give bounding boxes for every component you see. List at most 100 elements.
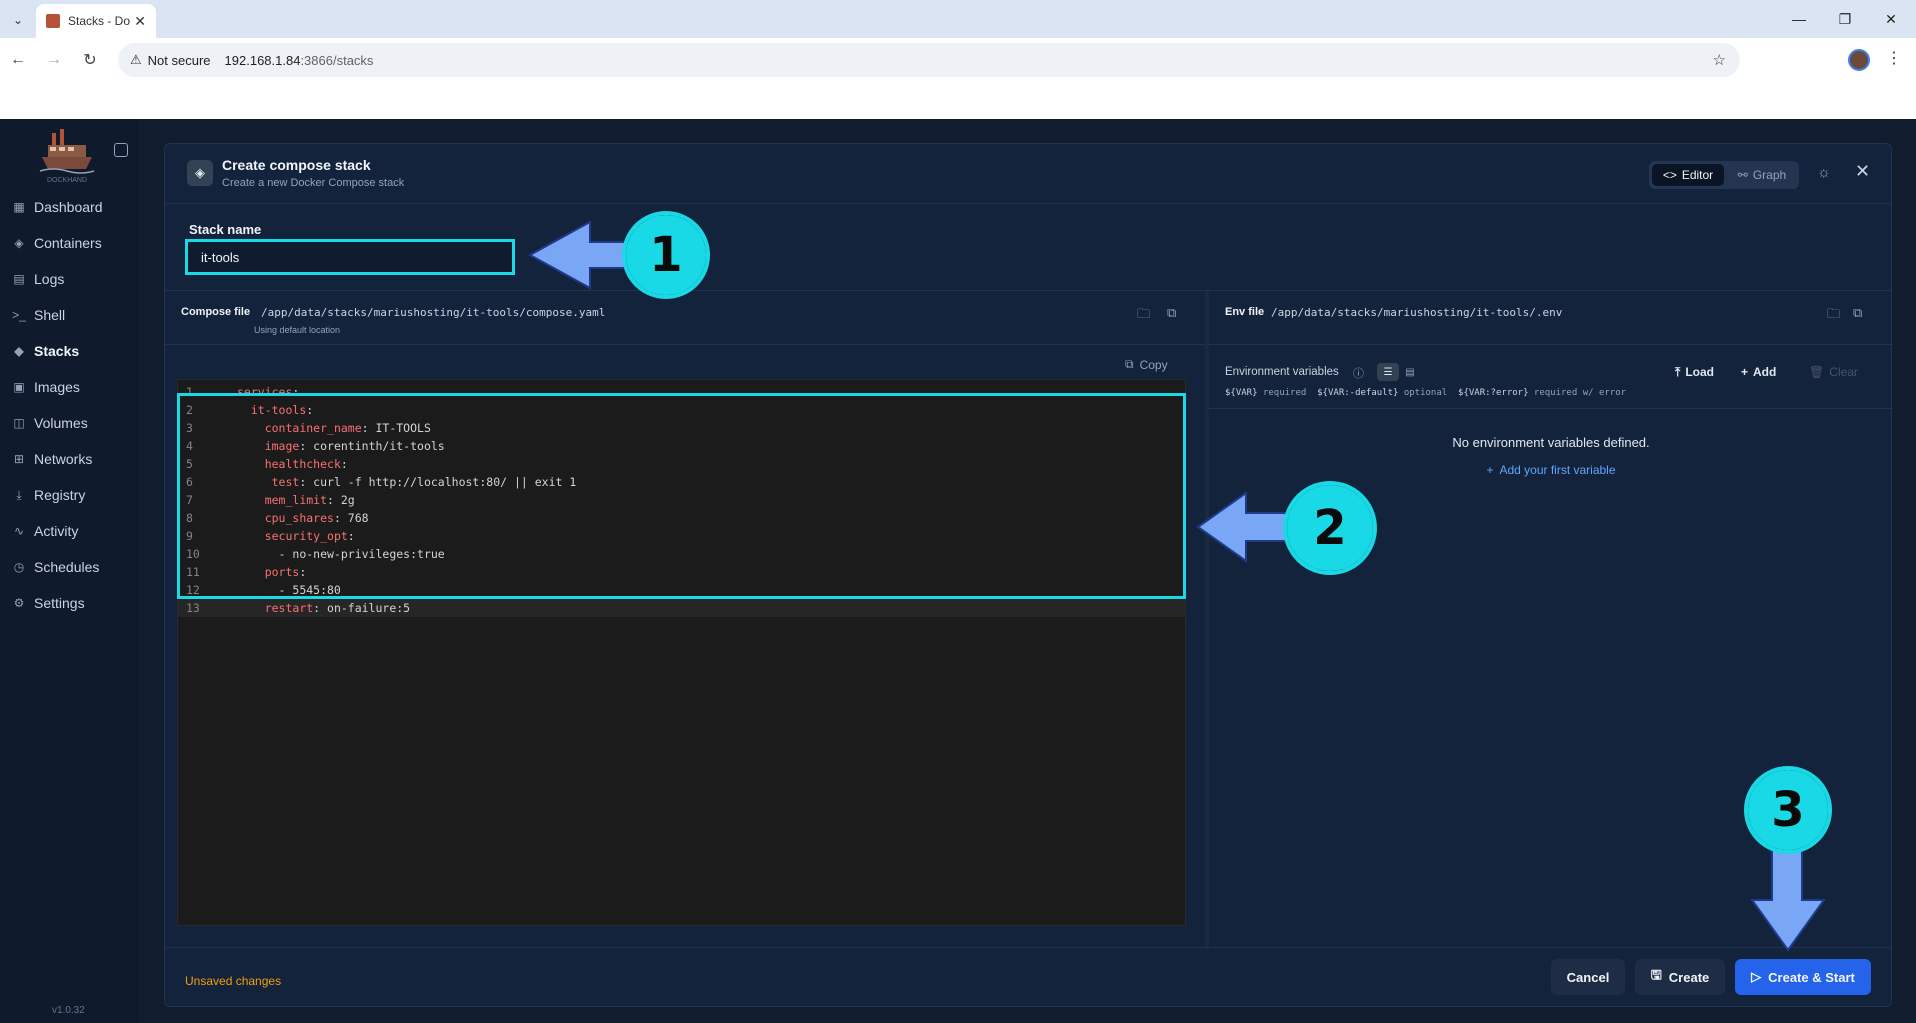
sidebar-item-logs[interactable]: ▤ Logs xyxy=(12,266,64,292)
compose-file-header: Compose file /app/data/stacks/mariushost… xyxy=(165,291,1205,345)
minimize-icon[interactable]: — xyxy=(1776,0,1822,38)
copy-button[interactable]: ⧉ Copy xyxy=(1125,357,1168,372)
code-line[interactable]: 7 mem_limit: 2g xyxy=(178,491,1185,509)
cancel-button[interactable]: Cancel xyxy=(1551,959,1625,995)
close-icon[interactable]: ✕ xyxy=(1855,161,1870,182)
code-line[interactable]: 9 security_opt: xyxy=(178,527,1185,545)
reload-icon[interactable]: ↻ xyxy=(78,48,102,72)
tab-search-icon[interactable]: ⌄ xyxy=(6,8,30,32)
line-number: 8 xyxy=(186,511,193,525)
window-close-icon[interactable]: ✕ xyxy=(1868,0,1914,38)
help-icon[interactable]: ⓘ xyxy=(1353,365,1364,381)
legend-text: required w/ error xyxy=(1533,388,1627,398)
sidebar-item-containers[interactable]: ◈ Containers xyxy=(12,230,102,256)
code-line[interactable]: 1 services: xyxy=(178,383,1185,401)
tab-close-icon[interactable]: ✕ xyxy=(134,13,146,30)
yaml-value: : xyxy=(347,529,355,543)
code-line[interactable]: 4 image: corentinth/it-tools xyxy=(178,437,1185,455)
compose-file-label: Compose file xyxy=(181,306,251,318)
sidebar-item-label: Networks xyxy=(34,451,93,467)
code-line[interactable]: 6 test: curl -f http://localhost:80/ || … xyxy=(178,473,1185,491)
address-bar[interactable]: ⚠ Not secure 192.168.1.84:3866/stacks ☆ xyxy=(118,43,1740,77)
stack-name-input[interactable]: it-tools xyxy=(185,239,515,275)
activity-icon: ∿ xyxy=(13,524,25,538)
create-and-start-button[interactable]: ▷ Create & Start xyxy=(1735,959,1871,995)
line-text: ports: xyxy=(237,563,307,581)
profile-avatar[interactable] xyxy=(1848,49,1870,71)
sidebar-item-label: Images xyxy=(34,379,80,395)
sidebar-item-registry[interactable]: ⤓ Registry xyxy=(12,482,85,508)
layers-icon: ◆ xyxy=(14,344,24,358)
theme-sun-icon[interactable]: ☼ xyxy=(1817,164,1831,181)
sidebar-item-label: Settings xyxy=(34,595,85,611)
code-line[interactable]: 5 healthcheck: xyxy=(178,455,1185,473)
line-text: cpu_shares: 768 xyxy=(237,509,369,527)
create-label: Create xyxy=(1668,969,1710,985)
yaml-value: : corentinth/it-tools xyxy=(299,439,445,453)
forward-icon[interactable]: → xyxy=(42,48,66,72)
env-file-path: /app/data/stacks/mariushosting/it-tools/… xyxy=(1271,306,1563,319)
restore-icon[interactable]: ❐ xyxy=(1822,0,1868,38)
folder-open-icon[interactable]: 🗀 xyxy=(1827,305,1840,327)
warning-icon: ⚠ xyxy=(130,52,142,67)
clear-button[interactable]: 🗑 Clear xyxy=(1809,365,1858,379)
sidebar-collapse-icon[interactable] xyxy=(114,143,128,157)
stack-name-label: Stack name xyxy=(189,222,262,237)
sidebar-item-label: Containers xyxy=(34,235,102,251)
yaml-key: mem_limit xyxy=(264,493,328,507)
line-number: 10 xyxy=(186,547,200,561)
step-badge-2: 2 xyxy=(1283,481,1377,575)
code-line[interactable]: 3 container_name: IT-TOOLS xyxy=(178,419,1185,437)
sidebar-item-schedules[interactable]: ◷ Schedules xyxy=(12,554,100,580)
security-label[interactable]: Not secure xyxy=(148,53,211,68)
browser-tab[interactable]: Stacks - Do ✕ xyxy=(36,4,156,38)
app-logo[interactable]: DOCKHAND xyxy=(38,127,96,184)
back-icon[interactable]: ← xyxy=(6,48,30,72)
line-number: 4 xyxy=(186,439,193,453)
add-button[interactable]: + Add xyxy=(1741,365,1776,379)
list-view-icon[interactable]: ☰ xyxy=(1377,363,1399,381)
raw-view-icon[interactable]: ▤ xyxy=(1401,363,1419,381)
compose-editor[interactable]: 1 services: 2 it-tools: 3 container_name: I… xyxy=(177,379,1186,926)
add-label: Add xyxy=(1753,365,1777,379)
line-text: restart: on-failure:5 xyxy=(237,599,410,617)
folder-open-icon[interactable]: 🗀 xyxy=(1137,305,1150,327)
code-line[interactable]: 8 cpu_shares: 768 xyxy=(178,509,1185,527)
sidebar-item-dashboard[interactable]: ▦ Dashboard xyxy=(12,194,102,220)
line-number: 7 xyxy=(186,493,193,507)
copy-path-icon[interactable]: ⧉ xyxy=(1167,305,1176,321)
load-button[interactable]: ⤒ Load xyxy=(1675,365,1714,380)
clear-label: Clear xyxy=(1829,365,1858,379)
yaml-value: : xyxy=(306,403,314,417)
yaml-value: : IT-TOOLS xyxy=(361,421,431,435)
sidebar-item-images[interactable]: ▣ Images xyxy=(12,374,80,400)
sidebar-item-activity[interactable]: ∿ Activity xyxy=(12,518,78,544)
sidebar-item-networks[interactable]: ⊞ Networks xyxy=(12,446,92,472)
sidebar-item-label: Volumes xyxy=(34,415,88,431)
code-line[interactable]: 11 ports: xyxy=(178,563,1185,581)
bookmark-star-icon[interactable]: ☆ xyxy=(1713,51,1726,69)
sidebar-item-volumes[interactable]: ◫ Volumes xyxy=(12,410,88,436)
network-icon: ⊞ xyxy=(13,452,25,466)
browser-spacer xyxy=(0,82,1916,119)
code-line[interactable]: 12 - 5545:80 xyxy=(178,581,1185,599)
add-first-variable-link[interactable]: + Add your first variable xyxy=(1209,463,1893,477)
sidebar-item-stacks[interactable]: ◆ Stacks xyxy=(12,338,79,364)
sidebar-item-settings[interactable]: ⚙ Settings xyxy=(12,590,85,616)
code-line[interactable]: 10 - no-new-privileges:true xyxy=(178,545,1185,563)
code-line[interactable]: 2 it-tools: xyxy=(178,401,1185,419)
editor-tab[interactable]: <> Editor xyxy=(1652,164,1724,186)
copy-path-icon[interactable]: ⧉ xyxy=(1853,305,1862,321)
graph-tab[interactable]: ⚯ Graph xyxy=(1729,164,1795,186)
line-number: 5 xyxy=(186,457,193,471)
url-host: 192.168.1.84 xyxy=(224,52,301,68)
browser-menu-icon[interactable]: ⋮ xyxy=(1886,48,1902,68)
create-button[interactable]: 🖫 Create xyxy=(1635,959,1725,995)
sidebar-item-label: Activity xyxy=(34,523,79,539)
code-line[interactable]: 13 restart: on-failure:5 xyxy=(178,599,1185,617)
sidebar-item-shell[interactable]: >_ Shell xyxy=(12,302,65,328)
yaml-value: : curl -f http://localhost:80/ || exit 1 xyxy=(299,475,577,489)
sidebar-item-label: Logs xyxy=(34,271,65,287)
